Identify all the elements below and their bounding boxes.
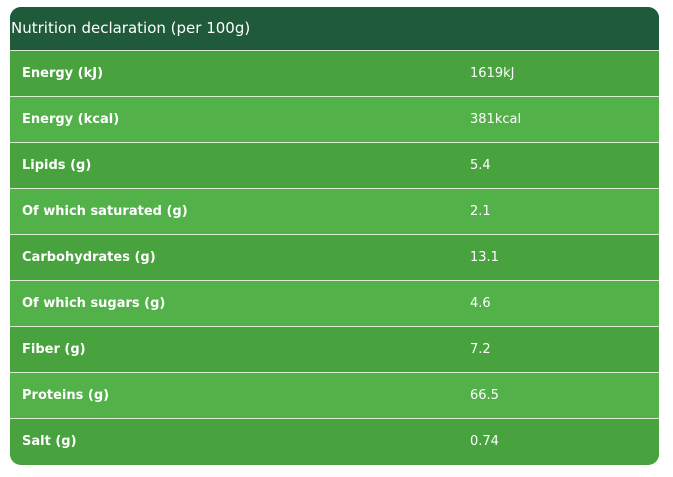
table-row: Lipids (g) 5.4 <box>10 143 659 189</box>
nutrient-value: 4.6 <box>470 296 491 311</box>
table-row: Carbohydrates (g) 13.1 <box>10 235 659 281</box>
nutrient-label: Of which sugars (g) <box>22 296 166 311</box>
nutrient-label: Carbohydrates (g) <box>22 250 156 265</box>
table-row: Of which saturated (g) 2.1 <box>10 189 659 235</box>
nutrient-label: Salt (g) <box>22 434 77 449</box>
nutrient-label: Lipids (g) <box>22 158 92 173</box>
table-title: Nutrition declaration (per 100g) <box>10 7 659 51</box>
table-row: Of which sugars (g) 4.6 <box>10 281 659 327</box>
table-row: Salt (g) 0.74 <box>10 419 659 464</box>
nutrient-value: 381kcal <box>470 112 522 127</box>
nutrient-label: Proteins (g) <box>22 388 110 403</box>
table-row: Energy (kJ) 1619kJ <box>10 51 659 97</box>
nutrient-value: 66.5 <box>470 388 499 403</box>
nutrient-label: Fiber (g) <box>22 342 86 357</box>
table-row: Proteins (g) 66.5 <box>10 373 659 419</box>
table-row: Energy (kcal) 381kcal <box>10 97 659 143</box>
nutrient-value: 5.4 <box>470 158 491 173</box>
table-row: Fiber (g) 7.2 <box>10 327 659 373</box>
nutrition-table: Nutrition declaration (per 100g) Energy … <box>10 7 659 465</box>
nutrient-value: 0.74 <box>470 434 499 449</box>
nutrient-value: 7.2 <box>470 342 491 357</box>
nutrient-label: Energy (kJ) <box>22 66 104 81</box>
nutrient-label: Of which saturated (g) <box>22 204 188 219</box>
nutrient-value: 13.1 <box>470 250 499 265</box>
nutrient-value: 1619kJ <box>470 66 515 81</box>
table-body: Energy (kJ) 1619kJ Energy (kcal) 381kcal… <box>10 51 659 464</box>
nutrient-label: Energy (kcal) <box>22 112 120 127</box>
nutrient-value: 2.1 <box>470 204 491 219</box>
